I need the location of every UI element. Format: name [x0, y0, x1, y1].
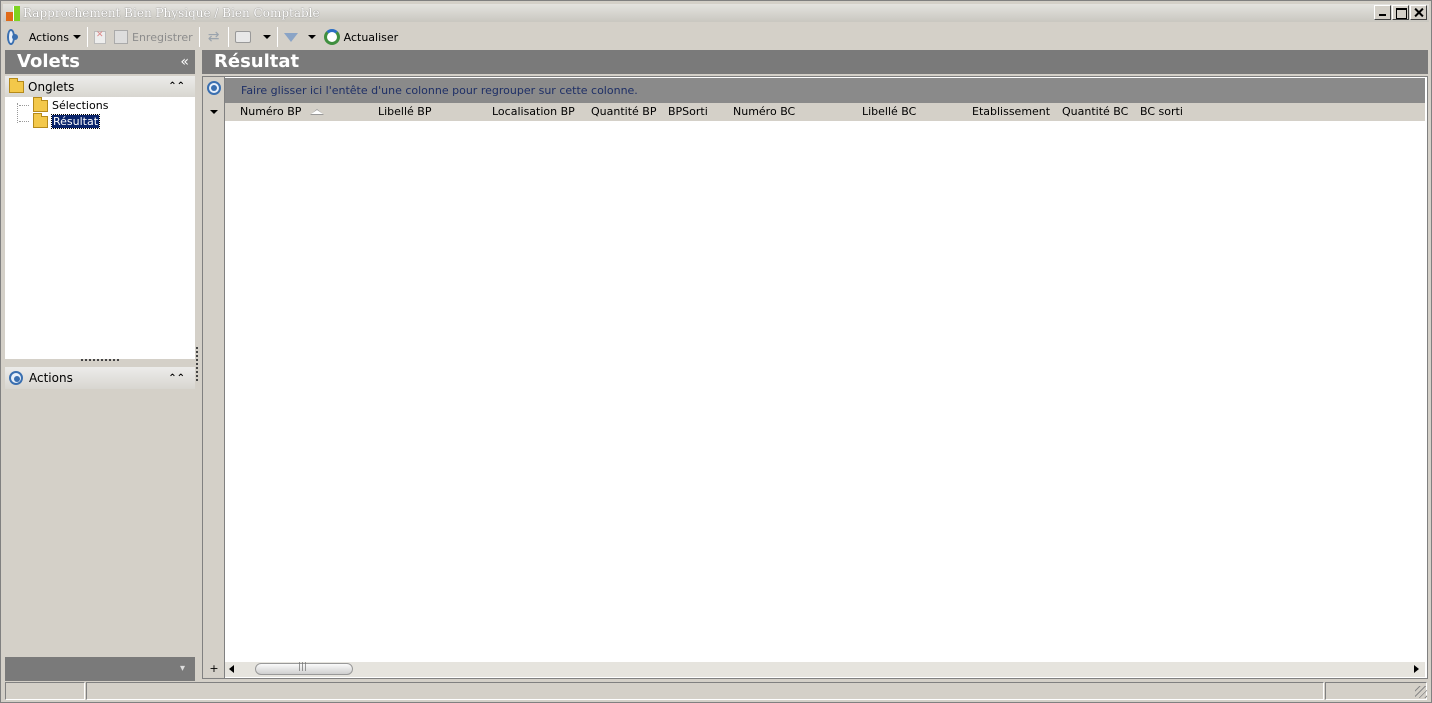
status-panel [5, 682, 85, 700]
actions-menu-button[interactable]: Actions [3, 26, 85, 48]
refresh-label: Actualiser [343, 30, 399, 44]
result-grid: Faire glisser ici l'entête d'une colonne… [202, 76, 1428, 679]
collapse-pane-button[interactable]: « [180, 50, 189, 74]
minimize-button[interactable] [1374, 5, 1391, 20]
refresh-button[interactable]: Actualiser [320, 26, 403, 48]
save-button[interactable]: Enregistrer [110, 26, 197, 48]
toolbar-separator [276, 27, 278, 47]
tree-connector [19, 121, 29, 122]
refresh-icon [323, 29, 340, 45]
double-chevron-up-icon[interactable]: ⌃⌃ [168, 81, 185, 92]
tree-item-resultat[interactable]: Résultat [19, 112, 101, 129]
app-icon [5, 5, 21, 21]
actions-menu-label: Actions [28, 30, 69, 44]
status-panel [86, 682, 1324, 700]
chevron-down-icon [73, 35, 81, 39]
title-bar[interactable]: Rapprochement Bien Physique / Bien Compt… [3, 4, 1429, 22]
toolbar-separator [198, 27, 200, 47]
chevron-down-icon: ▾ [179, 663, 185, 674]
toolbar-separator [87, 27, 88, 47]
delete-button[interactable] [90, 26, 110, 48]
double-chevron-up-icon[interactable]: ⌃⌃ [168, 373, 185, 384]
scroll-right-arrow[interactable] [1414, 665, 1419, 673]
toolbar-separator [227, 27, 229, 47]
window-title: Rapprochement Bien Physique / Bien Compt… [23, 6, 320, 20]
column-header-libelle-bp[interactable]: Libellé BP [378, 105, 432, 118]
toolbar: Actions Enregistrer ⇄ Actualiser [3, 25, 1429, 49]
filter-icon [283, 32, 298, 42]
chevron-down-icon [262, 35, 271, 39]
folder-open-icon [33, 112, 48, 128]
resize-grip-icon[interactable] [1415, 686, 1427, 698]
column-header-localisation-bp[interactable]: Localisation BP [492, 105, 575, 118]
save-label: Enregistrer [132, 30, 193, 44]
column-header-bpsorti[interactable]: BPSorti [668, 105, 708, 118]
onglets-label: Onglets [28, 79, 75, 94]
volets-title: Volets [17, 51, 81, 72]
row-selector-column [203, 77, 225, 678]
column-header-row: Numéro BP Libellé BP Localisation BP Qua… [225, 103, 1425, 121]
maximize-button[interactable] [1392, 5, 1409, 20]
column-header-quantite-bc[interactable]: Quantité BC [1062, 105, 1128, 118]
actions-group-label: Actions [29, 371, 73, 385]
save-icon [114, 30, 128, 44]
onglets-tree: Sélections Résultat [5, 96, 195, 359]
resultat-header: Résultat [202, 50, 1428, 74]
application-window: Rapprochement Bien Physique / Bien Compt… [0, 0, 1432, 703]
tree-item-label: Résultat [50, 114, 101, 129]
filter-button[interactable] [280, 26, 320, 48]
volets-header: Volets « [5, 50, 195, 74]
column-header-bc-sorti[interactable]: BC sorti [1140, 105, 1183, 118]
sync-button[interactable]: ⇄ [202, 26, 226, 48]
actions-icon [7, 29, 18, 45]
close-button[interactable] [1410, 5, 1427, 20]
column-header-etablissement[interactable]: Etablissement [972, 105, 1050, 118]
tree-connector [19, 105, 29, 106]
chevron-down-icon [307, 35, 316, 39]
printer-icon [234, 31, 251, 43]
column-header-numero-bc[interactable]: Numéro BC [733, 105, 795, 118]
delete-icon [94, 30, 106, 44]
actions-group-body [5, 389, 195, 657]
pane-overflow-bar[interactable]: ▾ [5, 657, 195, 681]
expand-all-button[interactable]: + [203, 662, 225, 677]
status-bar [5, 682, 1429, 700]
horizontal-scrollbar[interactable]: + [209, 662, 1425, 677]
scrollbar-thumb[interactable] [255, 662, 353, 675]
tree-item-label: Sélections [52, 99, 109, 112]
group-by-icon [207, 81, 221, 95]
actions-group-header[interactable]: Actions ⌃⌃ [5, 367, 195, 389]
resultat-title: Résultat [214, 51, 300, 72]
sort-ascending-icon [310, 109, 324, 115]
scroll-left-arrow[interactable] [229, 665, 234, 673]
column-header-numero-bp[interactable]: Numéro BP [240, 105, 301, 118]
print-button[interactable] [231, 26, 275, 48]
onglets-group-header[interactable]: Onglets ⌃⌃ [5, 76, 195, 97]
actions-icon [9, 371, 23, 385]
column-header-libelle-bc[interactable]: Libellé BC [862, 105, 916, 118]
tree-item-selections[interactable]: Sélections [19, 96, 109, 112]
group-by-hint: Faire glisser ici l'entête d'une colonne… [241, 84, 638, 97]
folder-icon [9, 77, 24, 93]
column-chooser-icon[interactable] [210, 110, 218, 114]
tree-connector [17, 103, 18, 123]
vertical-splitter-handle[interactable] [196, 347, 199, 381]
horizontal-splitter-handle[interactable] [81, 359, 119, 363]
sync-icon: ⇄ [207, 29, 220, 45]
status-panel [1325, 682, 1427, 700]
column-header-quantite-bp[interactable]: Quantité BP [591, 105, 656, 118]
group-by-area[interactable]: Faire glisser ici l'entête d'une colonne… [207, 78, 1425, 103]
folder-icon [33, 96, 48, 112]
